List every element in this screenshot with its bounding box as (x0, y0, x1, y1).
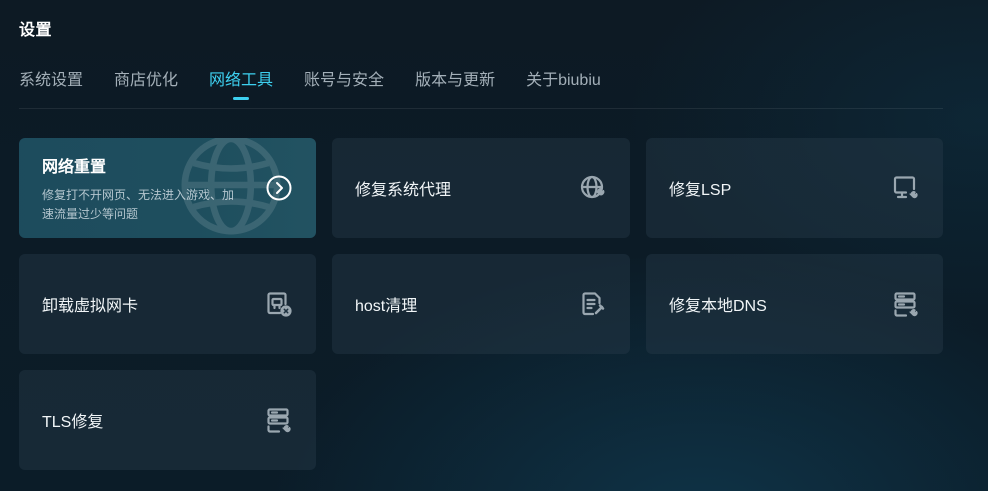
tab-system-settings[interactable]: 系统设置 (19, 66, 83, 104)
tls-fix-card[interactable]: TLS修复 (19, 370, 316, 470)
network-reset-card[interactable]: 网络重置 修复打不开网页、无法进入游戏、加速流量过少等问题 (19, 138, 316, 238)
tab-store-optimization[interactable]: 商店优化 (114, 66, 178, 104)
tab-version-update[interactable]: 版本与更新 (415, 66, 495, 104)
fix-local-dns-label: 修复本地DNS (669, 298, 767, 315)
globe-wrench-icon (579, 174, 607, 202)
fix-system-proxy-card[interactable]: 修复系统代理 (332, 138, 630, 238)
settings-tabs: 系统设置 商店优化 网络工具 账号与安全 版本与更新 关于biubiu (19, 66, 632, 104)
network-reset-title: 网络重置 (42, 158, 107, 176)
nic-remove-icon (265, 290, 293, 318)
host-clean-label: host清理 (355, 298, 418, 315)
tab-account-security[interactable]: 账号与安全 (304, 66, 384, 104)
network-tools-grid: 网络重置 修复打不开网页、无法进入游戏、加速流量过少等问题 修复系统代理 修复L… (19, 138, 943, 470)
network-reset-description: 修复打不开网页、无法进入游戏、加速流量过少等问题 (42, 187, 235, 221)
fix-lsp-label: 修复LSP (669, 182, 732, 199)
document-edit-icon (579, 290, 607, 318)
uninstall-virtual-nic-label: 卸载虚拟网卡 (42, 298, 139, 315)
tls-fix-label: TLS修复 (42, 414, 104, 431)
tabs-divider (19, 108, 943, 109)
tab-network-tools[interactable]: 网络工具 (209, 66, 273, 104)
network-reset-text: 网络重置 修复打不开网页、无法进入游戏、加速流量过少等问题 (42, 153, 242, 224)
uninstall-virtual-nic-card[interactable]: 卸载虚拟网卡 (19, 254, 316, 354)
server-wrench-icon (265, 406, 293, 434)
monitor-wrench-icon (892, 174, 920, 202)
fix-lsp-card[interactable]: 修复LSP (646, 138, 943, 238)
fix-local-dns-card[interactable]: 修复本地DNS (646, 254, 943, 354)
fix-system-proxy-label: 修复系统代理 (355, 182, 452, 199)
server-wrench-icon (892, 290, 920, 318)
host-clean-card[interactable]: host清理 (332, 254, 630, 354)
tab-about[interactable]: 关于biubiu (526, 66, 601, 104)
page-title: 设置 (19, 22, 53, 39)
arrow-right-circle-icon[interactable] (265, 174, 293, 202)
